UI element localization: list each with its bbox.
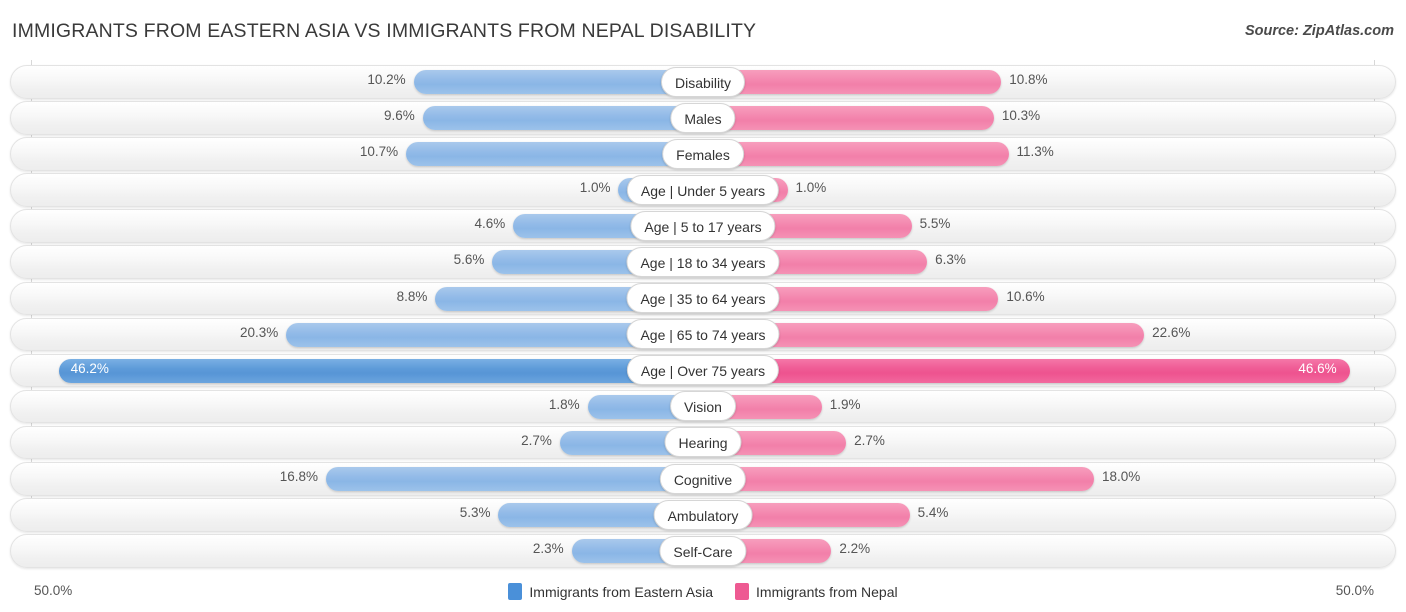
chart-row: 5.3% 5.4% Ambulatory bbox=[0, 498, 1406, 532]
value-label-eastern-asia: 46.2% bbox=[70, 360, 109, 376]
chart-row: 1.8% 1.9% Vision bbox=[0, 389, 1406, 424]
value-label-eastern-asia: 2.7% bbox=[521, 432, 552, 448]
chart-page: IMMIGRANTS FROM EASTERN ASIA VS IMMIGRAN… bbox=[0, 0, 1406, 612]
bar-nepal[interactable] bbox=[703, 106, 994, 131]
bar-eastern-asia[interactable] bbox=[58, 358, 703, 383]
chart-row: 20.3% 22.6% Age | 65 to 74 years bbox=[0, 317, 1406, 352]
category-label[interactable]: Age | 18 to 34 years bbox=[626, 246, 780, 277]
chart-row: 10.7% 11.3% Females bbox=[0, 137, 1406, 171]
bar-nepal[interactable] bbox=[703, 467, 1095, 492]
chart-rows: 10.2% 10.8% Disability 9.6% 10.3% Males 10.7% 1… bbox=[0, 60, 1406, 568]
category-label[interactable]: Vision bbox=[670, 391, 736, 422]
category-label[interactable]: Self-Care bbox=[659, 535, 747, 566]
category-label[interactable]: Hearing bbox=[664, 427, 742, 458]
value-label-nepal: 1.9% bbox=[829, 396, 861, 412]
category-label[interactable]: Age | Over 75 years bbox=[626, 355, 780, 386]
category-label[interactable]: Cognitive bbox=[659, 463, 747, 494]
legend-label: Immigrants from Eastern Asia bbox=[529, 583, 714, 600]
value-label-nepal: 1.0% bbox=[795, 180, 827, 196]
bar-nepal[interactable] bbox=[703, 358, 1351, 383]
value-label-eastern-asia: 20.3% bbox=[239, 324, 279, 340]
bar-nepal[interactable] bbox=[703, 142, 1009, 167]
bar-eastern-asia[interactable] bbox=[326, 467, 703, 492]
legend-label: Immigrants from Nepal bbox=[756, 583, 898, 600]
legend-swatch-icon bbox=[508, 583, 523, 600]
value-label-nepal: 18.0% bbox=[1102, 469, 1141, 485]
category-label[interactable]: Age | 35 to 64 years bbox=[626, 283, 780, 314]
value-label-eastern-asia: 1.0% bbox=[579, 180, 611, 196]
value-label-eastern-asia: 10.7% bbox=[359, 144, 399, 160]
chart-row: 4.6% 5.5% Age | 5 to 17 years bbox=[0, 209, 1406, 243]
value-label-nepal: 5.4% bbox=[917, 505, 949, 521]
category-label[interactable]: Age | 5 to 17 years bbox=[630, 210, 776, 241]
diverging-bar-chart: 10.2% 10.8% Disability 9.6% 10.3% Males 10.7% 1… bbox=[0, 60, 1406, 572]
chart-row: 10.2% 10.8% Disability bbox=[0, 65, 1406, 99]
value-label-eastern-asia: 5.6% bbox=[453, 252, 485, 268]
value-label-eastern-asia: 10.2% bbox=[367, 72, 406, 87]
value-label-eastern-asia: 1.8% bbox=[548, 396, 580, 412]
page-title: IMMIGRANTS FROM EASTERN ASIA VS IMMIGRAN… bbox=[12, 20, 757, 42]
value-label-nepal: 10.3% bbox=[1001, 108, 1041, 124]
category-label[interactable]: Disability bbox=[660, 66, 746, 97]
legend-item[interactable]: Immigrants from Eastern Asia bbox=[508, 583, 713, 600]
legend-swatch-icon bbox=[735, 583, 750, 600]
legend-item[interactable]: Immigrants from Nepal bbox=[735, 583, 898, 600]
chart-row: 16.8% 18.0% Cognitive bbox=[0, 462, 1406, 496]
bar-nepal[interactable] bbox=[703, 70, 1002, 94]
value-label-eastern-asia: 2.3% bbox=[532, 541, 564, 557]
value-label-eastern-asia: 5.3% bbox=[459, 505, 491, 521]
value-label-eastern-asia: 16.8% bbox=[279, 469, 319, 485]
category-label[interactable]: Ambulatory bbox=[653, 499, 753, 530]
category-label[interactable]: Age | Under 5 years bbox=[626, 174, 780, 205]
bar-eastern-asia[interactable] bbox=[422, 106, 703, 131]
value-label-nepal: 2.7% bbox=[854, 432, 885, 448]
chart-legend: Immigrants from Eastern Asia Immigrants f… bbox=[0, 583, 1406, 600]
value-label-nepal: 2.2% bbox=[839, 541, 871, 557]
chart-footer: 50.0% 50.0% Immigrants from Eastern Asia… bbox=[0, 572, 1406, 612]
value-label-eastern-asia: 4.6% bbox=[474, 216, 506, 232]
bar-eastern-asia[interactable] bbox=[413, 70, 703, 94]
value-label-nepal: 46.6% bbox=[1298, 360, 1337, 376]
chart-row: 9.6% 10.3% Males bbox=[0, 101, 1406, 135]
bar-eastern-asia[interactable] bbox=[406, 142, 703, 167]
chart-row: 8.8% 10.6% Age | 35 to 64 years bbox=[0, 281, 1406, 316]
chart-row: 5.6% 6.3% Age | 18 to 34 years bbox=[0, 245, 1406, 279]
value-label-nepal: 10.6% bbox=[1006, 288, 1045, 304]
value-label-eastern-asia: 9.6% bbox=[384, 108, 415, 124]
value-label-eastern-asia: 8.8% bbox=[396, 288, 428, 304]
chart-row: 2.3% 2.2% Self-Care bbox=[0, 534, 1406, 568]
chart-row: 1.0% 1.0% Age | Under 5 years bbox=[0, 173, 1406, 207]
value-label-nepal: 22.6% bbox=[1152, 324, 1191, 340]
chart-row: 2.7% 2.7% Hearing bbox=[0, 425, 1406, 460]
value-label-nepal: 10.8% bbox=[1009, 72, 1048, 87]
value-label-nepal: 5.5% bbox=[919, 216, 951, 232]
value-label-nepal: 6.3% bbox=[935, 252, 966, 268]
category-label[interactable]: Males bbox=[670, 102, 736, 133]
chart-header: IMMIGRANTS FROM EASTERN ASIA VS IMMIGRAN… bbox=[0, 0, 1406, 56]
category-label[interactable]: Age | 65 to 74 years bbox=[626, 319, 780, 350]
category-label[interactable]: Females bbox=[662, 138, 744, 169]
chart-row: 46.2% 46.6% Age | Over 75 years bbox=[0, 353, 1406, 388]
source-attribution: Source: ZipAtlas.com bbox=[1244, 23, 1394, 39]
value-label-nepal: 11.3% bbox=[1016, 144, 1054, 160]
